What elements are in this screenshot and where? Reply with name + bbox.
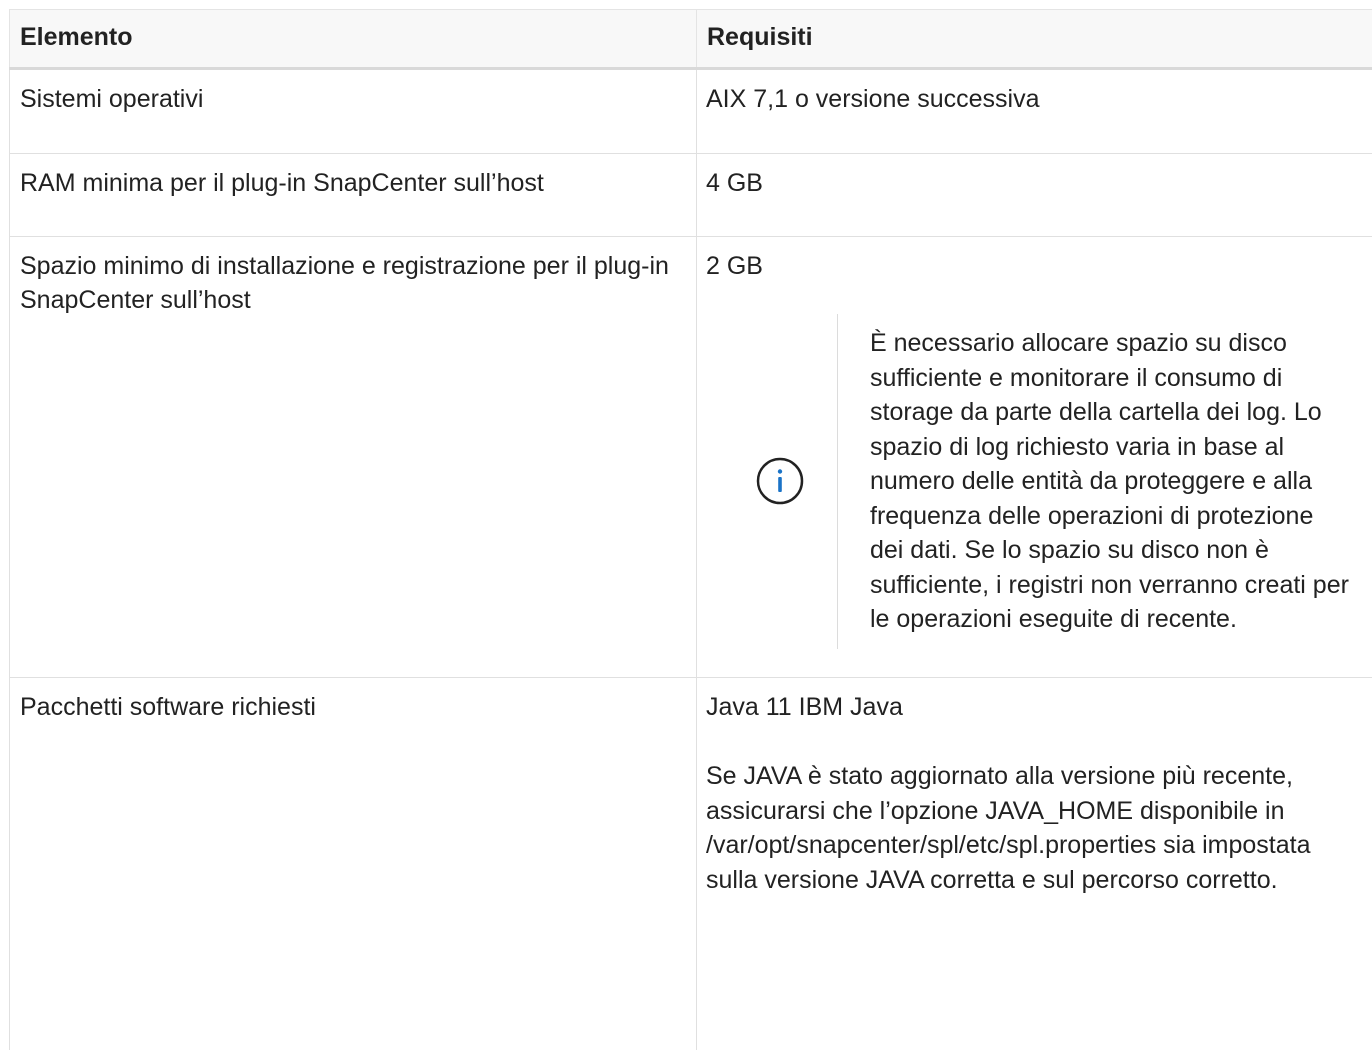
table-row: Sistemi operativi AIX 7,1 o versione suc… — [10, 69, 1372, 154]
table-row: Pacchetti software richiesti Java 11 IBM… — [10, 678, 1372, 1050]
requirement-detail: Se JAVA è stato aggiornato alla versione… — [706, 759, 1362, 897]
table-row: RAM minima per il plug-in SnapCenter sul… — [10, 154, 1372, 237]
info-circle-icon — [754, 455, 806, 507]
requirement-cell: Java 11 IBM Java Se JAVA è stato aggiorn… — [697, 678, 1372, 1050]
requirements-table: Elemento Requisiti Sistemi operativi AIX… — [9, 9, 1372, 1050]
item-cell: Spazio minimo di installazione e registr… — [10, 237, 697, 678]
requirement-value: Java 11 IBM Java — [706, 690, 1362, 724]
requirement-cell: 2 GB È necessario allocare spazio su dis… — [697, 237, 1372, 678]
header-elemento: Elemento — [10, 10, 697, 69]
requirement-cell: AIX 7,1 o versione successiva — [697, 69, 1372, 154]
item-cell: Pacchetti software richiesti — [10, 678, 697, 1050]
table-row: Spazio minimo di installazione e registr… — [10, 237, 1372, 678]
note-icon-container — [723, 455, 837, 507]
requirement-value: 2 GB — [706, 249, 1362, 283]
info-note: È necessario allocare spazio su disco su… — [723, 314, 1362, 649]
header-requisiti: Requisiti — [697, 10, 1372, 69]
note-text: È necessario allocare spazio su disco su… — [838, 326, 1350, 637]
item-cell: Sistemi operativi — [10, 69, 697, 154]
item-cell: RAM minima per il plug-in SnapCenter sul… — [10, 154, 697, 237]
requirement-cell: 4 GB — [697, 154, 1372, 237]
table-header-row: Elemento Requisiti — [10, 10, 1372, 69]
